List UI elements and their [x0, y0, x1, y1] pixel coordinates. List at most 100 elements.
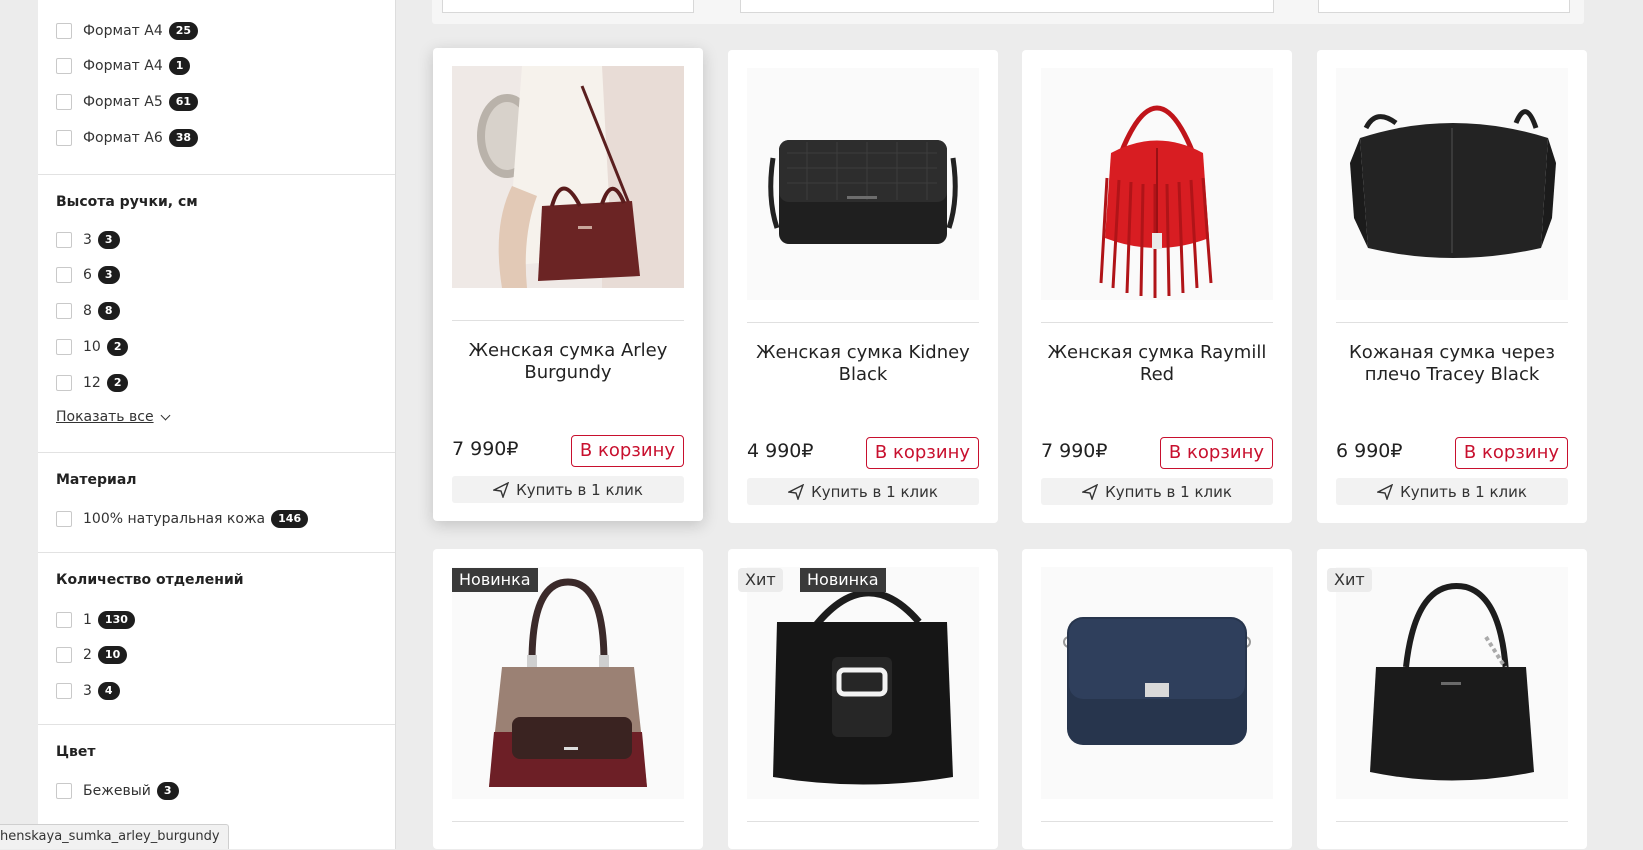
product-image[interactable] — [452, 567, 684, 799]
divider — [1041, 821, 1273, 822]
count-badge: 1 — [168, 57, 191, 75]
view-select[interactable] — [740, 0, 1274, 13]
product-card[interactable]: Женская сумка Kidney Black 4 990₽ В корз… — [728, 50, 998, 523]
filter-compartments-section: Количество отделений 1 130 2 10 3 4 — [38, 552, 395, 724]
product-price: 7 990₽ — [452, 438, 519, 460]
product-title[interactable]: Женская сумка Arley Burgundy — [452, 340, 684, 384]
product-title[interactable]: Кожаная сумка через плечо Tracey Black — [1336, 342, 1568, 386]
product-image[interactable] — [1041, 68, 1273, 300]
filter-format-section: Формат А4 25 Формат A4 1 Формат A5 61 Фо… — [38, 0, 395, 173]
filter-sidebar: Формат А4 25 Формат A4 1 Формат A5 61 Фо… — [38, 0, 396, 849]
product-price: 7 990₽ — [1041, 440, 1108, 462]
product-card[interactable]: Женская сумка Raymill Red 7 990₽ В корзи… — [1022, 50, 1292, 523]
filter-option-label: 6 — [83, 267, 92, 283]
filter-option[interactable]: 8 8 — [56, 301, 120, 321]
filter-title: Высота ручки, см — [56, 194, 198, 210]
send-icon — [788, 483, 805, 500]
filter-title: Материал — [56, 472, 137, 488]
badge-hit: Хит — [1327, 568, 1372, 592]
product-card[interactable]: Хит — [1317, 549, 1587, 849]
sort-select[interactable] — [442, 0, 694, 13]
count-badge: 61 — [168, 93, 199, 111]
filter-option[interactable]: Формат A5 61 — [56, 92, 199, 112]
checkbox[interactable] — [56, 58, 72, 74]
filter-option-label: 100% натуральная кожа — [83, 511, 266, 527]
filter-option[interactable]: 100% натуральная кожа 146 — [56, 509, 309, 529]
checkbox[interactable] — [56, 130, 72, 146]
checkbox[interactable] — [56, 612, 72, 628]
add-to-cart-button[interactable]: В корзину — [570, 435, 684, 467]
product-image[interactable] — [1041, 567, 1273, 799]
filter-option-label: Формат А4 — [83, 23, 163, 39]
filter-option[interactable]: 6 3 — [56, 265, 120, 285]
buy-one-click-button[interactable]: Купить в 1 клик — [452, 476, 684, 503]
filter-option[interactable]: 10 2 — [56, 337, 129, 357]
checkbox[interactable] — [56, 683, 72, 699]
product-card[interactable]: Женская сумка Arley Burgundy 7 990₽ В ко… — [433, 48, 703, 521]
product-price: 4 990₽ — [747, 440, 814, 462]
checkbox[interactable] — [56, 339, 72, 355]
send-icon — [1377, 483, 1394, 500]
checkbox[interactable] — [56, 647, 72, 663]
add-to-cart-button[interactable]: В корзину — [1454, 437, 1568, 469]
filter-title: Количество отделений — [56, 572, 244, 588]
checkbox[interactable] — [56, 303, 72, 319]
divider — [747, 322, 979, 323]
product-card[interactable] — [1022, 549, 1292, 849]
checkbox[interactable] — [56, 267, 72, 283]
filter-option[interactable]: 12 2 — [56, 373, 129, 393]
filter-option[interactable]: 3 4 — [56, 681, 120, 701]
checkbox[interactable] — [56, 783, 72, 799]
filter-option[interactable]: Формат A4 1 — [56, 56, 191, 76]
badge-new: Новинка — [452, 568, 538, 592]
checkbox[interactable] — [56, 375, 72, 391]
add-to-cart-button[interactable]: В корзину — [865, 437, 979, 469]
filter-option[interactable]: 3 3 — [56, 230, 120, 250]
count-badge: 3 — [156, 782, 179, 800]
per-page-select[interactable] — [1318, 0, 1570, 13]
product-image[interactable] — [1336, 68, 1568, 300]
filter-option[interactable]: Формат А4 25 — [56, 21, 199, 41]
filter-option-label: 10 — [83, 339, 101, 355]
filter-option[interactable]: 1 130 — [56, 610, 135, 630]
filter-title: Цвет — [56, 744, 96, 760]
product-card[interactable]: Кожаная сумка через плечо Tracey Black 6… — [1317, 50, 1587, 523]
filter-option[interactable]: 2 10 — [56, 645, 128, 665]
filter-option[interactable]: Бежевый 3 — [56, 781, 179, 801]
product-title[interactable]: Женская сумка Kidney Black — [747, 342, 979, 386]
filter-option-label: 12 — [83, 375, 101, 391]
product-card[interactable]: Хит Новинка — [728, 549, 998, 849]
filter-material-section: Материал 100% натуральная кожа 146 — [38, 452, 395, 552]
filter-option-label: Бежевый — [83, 783, 151, 799]
show-all-label: Показать все — [56, 409, 154, 425]
product-image[interactable] — [452, 66, 684, 288]
product-price: 6 990₽ — [1336, 440, 1403, 462]
product-image[interactable] — [747, 567, 979, 799]
filter-option-label: Формат A4 — [83, 58, 163, 74]
checkbox[interactable] — [56, 232, 72, 248]
product-title[interactable]: Женская сумка Raymill Red — [1041, 342, 1273, 386]
checkbox[interactable] — [56, 511, 72, 527]
divider — [452, 320, 684, 321]
buy-one-click-label: Купить в 1 клик — [1400, 482, 1527, 501]
checkbox[interactable] — [56, 94, 72, 110]
badge-new: Новинка — [800, 568, 886, 592]
filter-option-label: 3 — [83, 683, 92, 699]
show-all-link[interactable]: Показать все — [56, 409, 171, 425]
buy-one-click-button[interactable]: Купить в 1 клик — [1336, 478, 1568, 505]
chevron-down-icon — [160, 410, 171, 420]
buy-one-click-button[interactable]: Купить в 1 клик — [1041, 478, 1273, 505]
buy-one-click-button[interactable]: Купить в 1 клик — [747, 478, 979, 505]
product-card[interactable]: Новинка — [433, 549, 703, 849]
product-image[interactable] — [1336, 567, 1568, 799]
divider — [747, 821, 979, 822]
buy-one-click-label: Купить в 1 клик — [811, 482, 938, 501]
filter-option[interactable]: Формат A6 38 — [56, 128, 199, 148]
checkbox[interactable] — [56, 23, 72, 39]
product-image[interactable] — [747, 68, 979, 300]
filter-handle-height-section: Высота ручки, см 3 3 6 3 8 8 10 2 12 2 П… — [38, 174, 395, 452]
add-to-cart-button[interactable]: В корзину — [1159, 437, 1273, 469]
divider — [452, 821, 684, 822]
badge-hit: Хит — [738, 568, 783, 592]
count-badge: 38 — [168, 129, 199, 147]
